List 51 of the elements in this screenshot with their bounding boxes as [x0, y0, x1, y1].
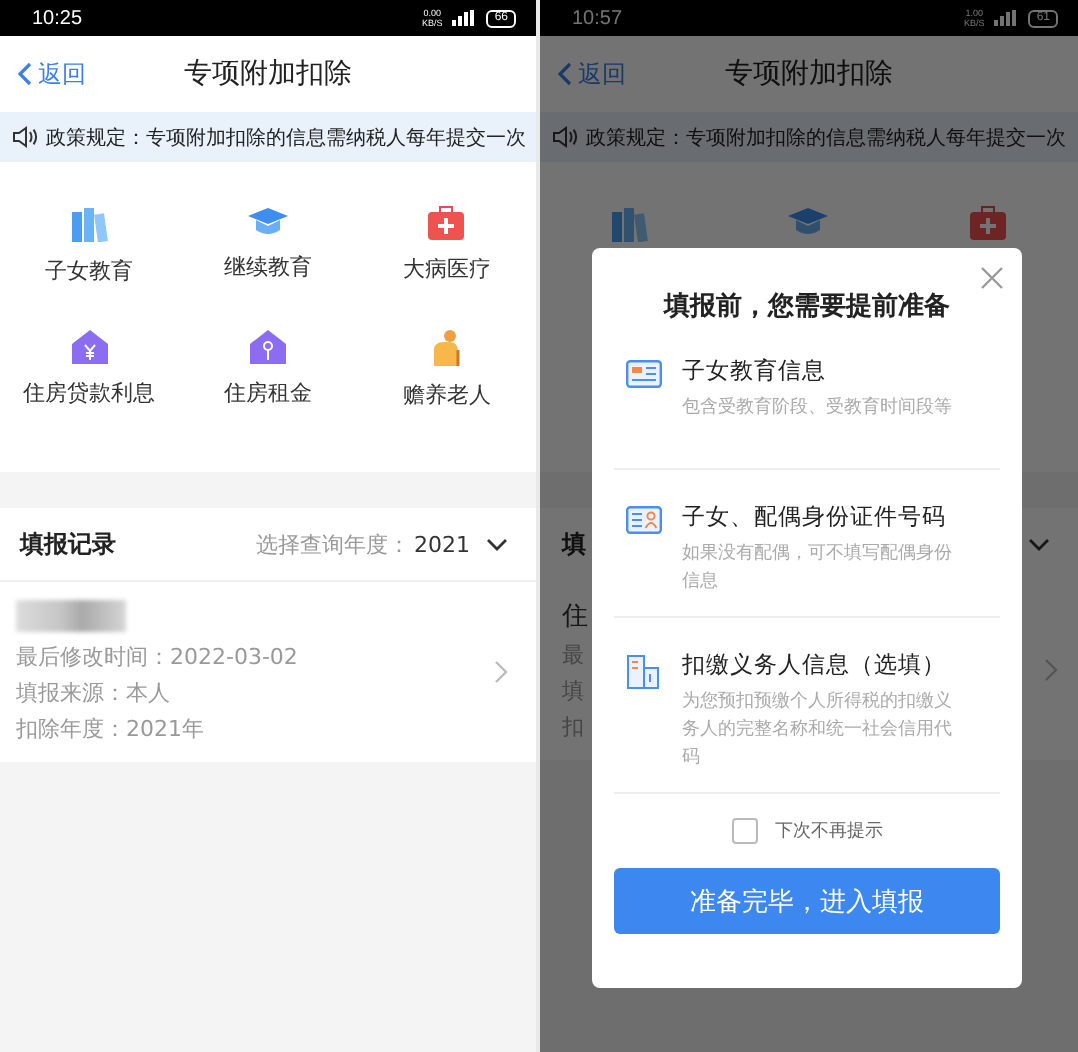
record-title-fragment: 住 [562, 600, 588, 634]
signal-icon [452, 10, 477, 26]
status-time: 10:57 [572, 7, 623, 29]
building-icon [626, 654, 662, 690]
medical-kit-icon [428, 206, 465, 240]
elderly-person-icon [428, 330, 465, 366]
info-card-icon [626, 360, 662, 388]
year-selector[interactable]: 选择查询年度： 2021 [256, 529, 508, 559]
graduation-cap-icon [786, 206, 831, 238]
section-title-fragment: 填 [562, 527, 586, 561]
page-title: 专项附加扣除 [182, 56, 354, 92]
house-key-icon [249, 330, 286, 364]
chevron-left-icon [18, 62, 32, 86]
category-item[interactable]: 子女教育 [0, 206, 179, 286]
status-time: 10:25 [32, 7, 83, 29]
page-title: 专项附加扣除 [723, 56, 895, 92]
category-item[interactable]: 住房贷款利息 [0, 330, 179, 410]
item-title: 扣缴义务人信息（选填） [682, 650, 948, 680]
speaker-icon [12, 126, 38, 148]
signal-icon [994, 10, 1019, 26]
medical-kit-icon [970, 206, 1007, 240]
checkbox[interactable] [731, 818, 757, 844]
item-title: 子女教育信息 [682, 356, 828, 386]
section-title: 填报记录 [20, 527, 116, 561]
books-icon [609, 206, 650, 242]
chevron-left-icon [558, 62, 572, 86]
item-description: 为您预扣预缴个人所得税的扣缴义务人的完整名称和统一社会信用代码 [682, 689, 954, 772]
chevron-down-icon [1028, 537, 1050, 551]
books-icon [69, 206, 110, 242]
confirm-button[interactable]: 准备完毕，进入填报 [614, 868, 1000, 934]
chevron-right-icon [494, 660, 508, 684]
dialog-title: 填报前，您需要提前准备 [661, 290, 952, 324]
back-button[interactable]: 返回 [18, 57, 86, 91]
item-description: 如果没有配偶，可不填写配偶身份信息 [682, 541, 954, 596]
checkbox-label: 下次不再提示 [775, 819, 883, 844]
chevron-right-icon [1044, 658, 1058, 682]
close-button[interactable] [980, 266, 1004, 290]
house-yen-icon [71, 330, 108, 364]
redacted-block [16, 600, 126, 632]
graduation-cap-icon [245, 206, 290, 238]
category-item[interactable]: 赡养老人 [357, 330, 536, 410]
item-title: 子女、配偶身份证件号码 [682, 502, 948, 532]
chevron-down-icon [486, 537, 508, 551]
speaker-icon [552, 126, 578, 148]
category-item[interactable]: 继续教育 [178, 206, 358, 286]
policy-notice: 政策规定：专项附加扣除的信息需纳税人每年提交一次 [586, 125, 1066, 151]
policy-notice: 政策规定：专项附加扣除的信息需纳税人每年提交一次 [46, 125, 526, 151]
id-card-icon [626, 506, 662, 534]
category-item[interactable]: 大病医疗 [357, 206, 536, 286]
category-item[interactable]: 住房租金 [178, 330, 358, 410]
item-description: 包含受教育阶段、受教育时间段等 [682, 394, 954, 422]
